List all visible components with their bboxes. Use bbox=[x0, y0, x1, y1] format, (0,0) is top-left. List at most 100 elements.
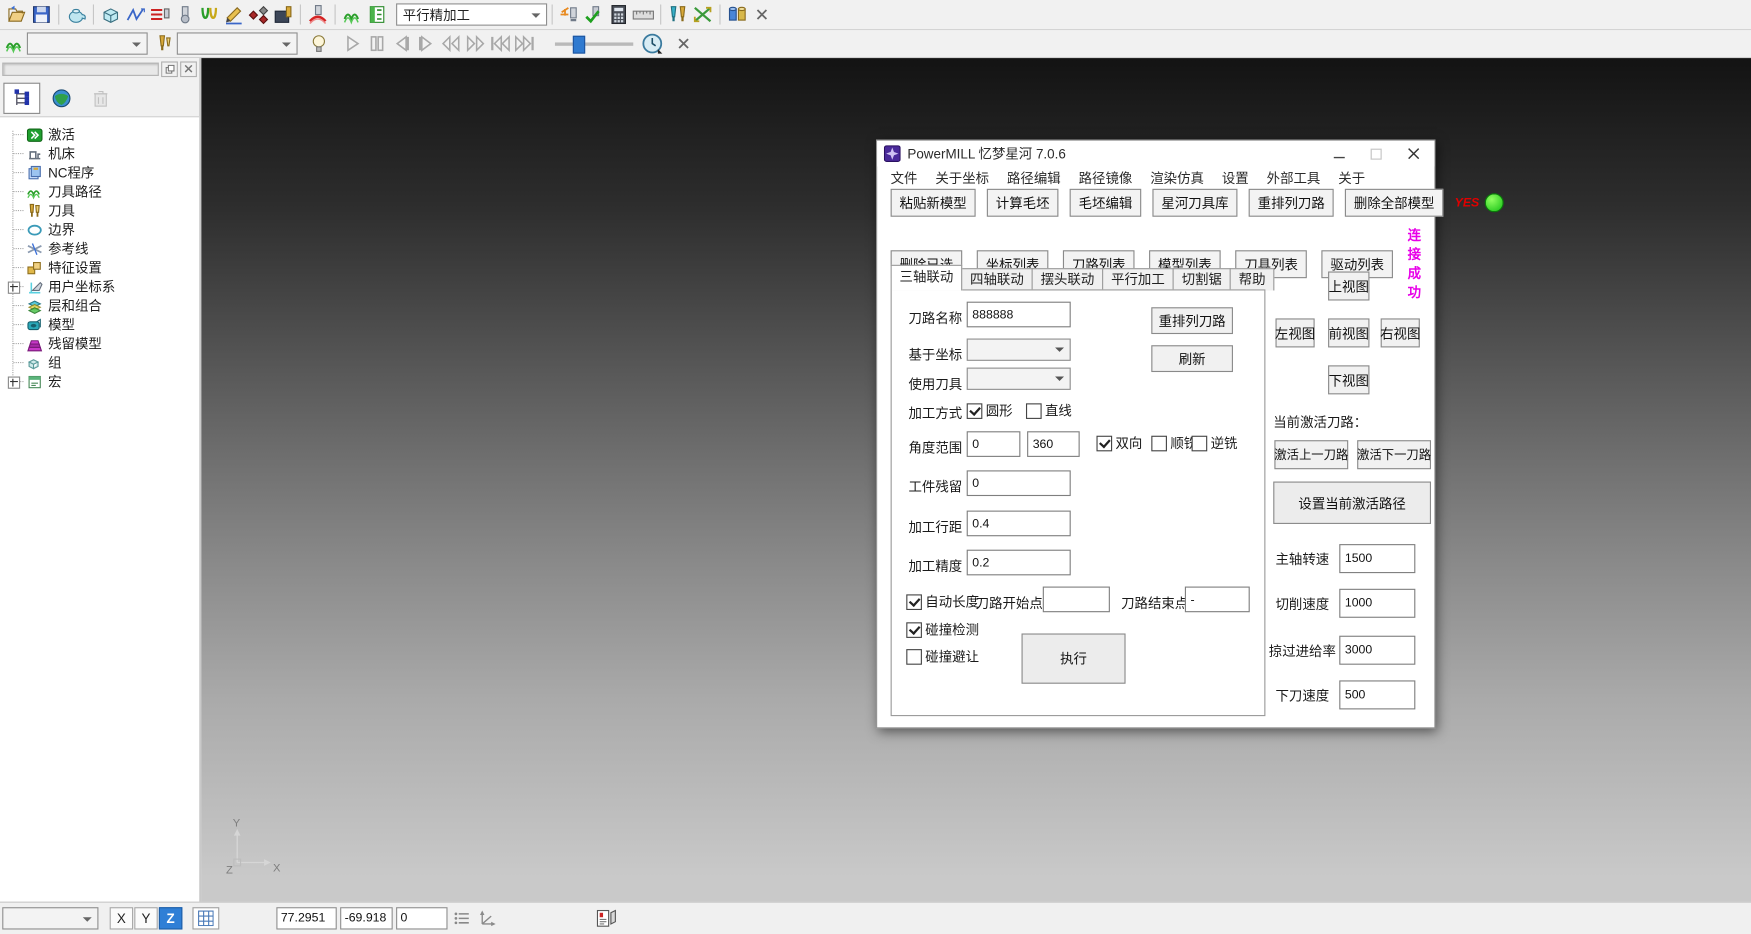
tool-library-button[interactable]: 星河刀具库 bbox=[1152, 189, 1237, 217]
explorer-tab-globe[interactable] bbox=[43, 83, 80, 114]
ball-tool-icon[interactable] bbox=[172, 3, 197, 25]
close-button[interactable] bbox=[1396, 141, 1430, 167]
path-end-input[interactable] bbox=[1185, 587, 1250, 613]
mode-circle-checkbox[interactable]: 圆形 bbox=[967, 401, 1013, 420]
tolerance-input[interactable] bbox=[967, 550, 1071, 576]
paste-new-model-button[interactable]: 粘贴新模型 bbox=[891, 189, 976, 217]
climb-mill-checkbox[interactable]: 顺铣 bbox=[1151, 433, 1197, 452]
angle-from-input[interactable] bbox=[967, 431, 1021, 457]
play-icon[interactable] bbox=[340, 32, 365, 54]
base-coord-combobox[interactable] bbox=[967, 339, 1071, 361]
tree-item-patterns[interactable]: 参考线 bbox=[0, 239, 199, 258]
sim-toolpath-combobox[interactable] bbox=[27, 32, 148, 54]
panel-reorder-button[interactable]: 重排列刀路 bbox=[1151, 307, 1233, 334]
tree-item-models[interactable]: 模型 bbox=[0, 315, 199, 334]
close-toolbar-icon[interactable] bbox=[750, 3, 775, 25]
limit-lines-icon[interactable] bbox=[148, 3, 173, 25]
activate-next-toolpath-button[interactable]: 激活下一刀路 bbox=[1357, 440, 1431, 469]
open-file-icon[interactable] bbox=[4, 3, 29, 25]
close-panel-icon[interactable] bbox=[180, 61, 197, 77]
menu-item-file[interactable]: 文件 bbox=[882, 169, 927, 188]
statusbar-combobox[interactable] bbox=[2, 907, 98, 929]
view-bottom-button[interactable]: 下视图 bbox=[1328, 365, 1369, 394]
go-to-start-icon[interactable] bbox=[488, 32, 513, 54]
maximize-button[interactable] bbox=[1359, 141, 1393, 167]
calculator-icon[interactable] bbox=[606, 3, 631, 25]
feature-set-icon[interactable] bbox=[246, 3, 271, 25]
collision-avoid-checkbox[interactable]: 碰撞避让 bbox=[906, 647, 979, 666]
explorer-tab-trash[interactable] bbox=[82, 83, 119, 114]
reference-line-icon[interactable] bbox=[222, 3, 247, 25]
view-left-button[interactable]: 左视图 bbox=[1275, 318, 1314, 347]
view-front-button[interactable]: 前视图 bbox=[1328, 318, 1369, 347]
toolpath-icon[interactable] bbox=[340, 3, 365, 25]
delete-all-models-button[interactable]: 删除全部模型 bbox=[1345, 189, 1443, 217]
rewind-icon[interactable] bbox=[439, 32, 464, 54]
reorder-toolpaths-button[interactable]: 重排列刀路 bbox=[1249, 189, 1334, 217]
tab-saw[interactable]: 切割锯 bbox=[1173, 268, 1231, 290]
tool-database-icon[interactable] bbox=[725, 3, 750, 25]
tree-item-activate[interactable]: 激活 bbox=[0, 125, 199, 144]
float-panel-icon[interactable] bbox=[161, 61, 178, 77]
simulation-speed-slider[interactable] bbox=[555, 35, 633, 53]
tool-pair-icon[interactable] bbox=[666, 3, 691, 25]
tree-item-workplanes[interactable]: 用户坐标系 bbox=[0, 277, 199, 296]
strategy-combobox[interactable]: 平行精加工 bbox=[396, 3, 547, 25]
list-options-icon[interactable] bbox=[454, 907, 472, 929]
tree-item-nc-program[interactable]: NC程序 bbox=[0, 163, 199, 182]
tree-item-groups[interactable]: 组 bbox=[0, 353, 199, 372]
expand-icon[interactable] bbox=[8, 282, 20, 294]
stepover-input[interactable] bbox=[967, 511, 1071, 537]
use-tool-combobox[interactable] bbox=[967, 368, 1071, 390]
tab-swing-head[interactable]: 摆头联动 bbox=[1032, 268, 1104, 290]
cutting-feed-input[interactable] bbox=[1339, 589, 1415, 618]
menu-item-coords[interactable]: 关于坐标 bbox=[926, 169, 998, 188]
create-block-icon[interactable] bbox=[98, 3, 123, 25]
clock-icon[interactable] bbox=[640, 32, 665, 54]
view-mode-icon[interactable] bbox=[596, 907, 621, 929]
collision-check-icon[interactable] bbox=[305, 3, 330, 25]
axis-y-button[interactable]: Y bbox=[134, 907, 157, 929]
tree-item-macros[interactable]: 宏 bbox=[0, 372, 199, 391]
pause-icon[interactable] bbox=[365, 32, 390, 54]
expand-icon[interactable] bbox=[8, 377, 20, 389]
tab-4axis[interactable]: 四轴联动 bbox=[961, 268, 1033, 290]
go-to-end-icon[interactable] bbox=[512, 32, 537, 54]
calc-stock-button[interactable]: 计算毛坯 bbox=[987, 189, 1059, 217]
tree-item-levels-sets[interactable]: 层和组合 bbox=[0, 296, 199, 315]
collision-detect-checkbox[interactable]: 碰撞检测 bbox=[906, 620, 979, 639]
edit-stock-button[interactable]: 毛坯编辑 bbox=[1070, 189, 1142, 217]
auto-length-checkbox[interactable]: 自动长度 bbox=[906, 592, 979, 611]
skim-feed-input[interactable] bbox=[1339, 636, 1415, 665]
toolpath-name-input[interactable] bbox=[967, 302, 1071, 328]
sim-tool-combobox[interactable] bbox=[177, 32, 298, 54]
step-back-icon[interactable] bbox=[389, 32, 414, 54]
tree-item-feature-sets[interactable]: 特征设置 bbox=[0, 258, 199, 277]
menu-item-about[interactable]: 关于 bbox=[1329, 169, 1374, 188]
bidirectional-checkbox[interactable]: 双向 bbox=[1096, 433, 1142, 452]
menu-item-path-mirror[interactable]: 路径镜像 bbox=[1070, 169, 1142, 188]
axis-x-button[interactable]: X bbox=[110, 907, 133, 929]
coord-y-input[interactable] bbox=[340, 907, 393, 929]
conventional-mill-checkbox[interactable]: 逆铣 bbox=[1192, 433, 1238, 452]
step-forward-icon[interactable] bbox=[414, 32, 439, 54]
strategy-list-icon[interactable] bbox=[365, 3, 390, 25]
mode-line-checkbox[interactable]: 直线 bbox=[1026, 401, 1072, 420]
menu-item-external-tools[interactable]: 外部工具 bbox=[1258, 169, 1330, 188]
tree-item-tools[interactable]: 刀具 bbox=[0, 201, 199, 220]
axis-z-button[interactable]: Z bbox=[159, 907, 182, 929]
coord-z-input[interactable] bbox=[396, 907, 447, 929]
activate-prev-toolpath-button[interactable]: 激活上一刀路 bbox=[1274, 440, 1348, 469]
stock-block-icon[interactable] bbox=[271, 3, 296, 25]
tab-help[interactable]: 帮助 bbox=[1230, 268, 1275, 290]
menu-item-render-sim[interactable]: 渲染仿真 bbox=[1141, 169, 1213, 188]
plunge-feed-input[interactable] bbox=[1339, 680, 1415, 709]
explorer-scrollbar[interactable] bbox=[2, 62, 159, 75]
nc-program-star-icon[interactable] bbox=[557, 3, 582, 25]
save-icon[interactable] bbox=[29, 3, 54, 25]
verify-check-icon[interactable] bbox=[582, 3, 607, 25]
light-bulb-icon[interactable] bbox=[307, 32, 332, 54]
angle-to-input[interactable] bbox=[1027, 431, 1080, 457]
model-teapot-icon[interactable] bbox=[64, 3, 89, 25]
tab-3axis[interactable]: 三轴联动 bbox=[891, 265, 963, 291]
